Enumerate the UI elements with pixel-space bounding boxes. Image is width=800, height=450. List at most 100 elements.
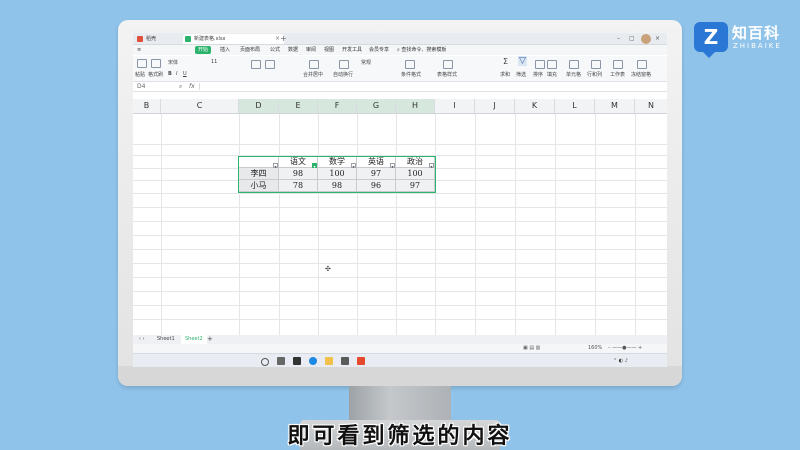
table-style-icon[interactable] [443,60,453,69]
table-cell[interactable]: 98 [318,180,357,192]
grid-line [133,235,667,236]
zoom-slider[interactable]: – ——●—— + [608,344,642,353]
italic-button[interactable]: I [176,71,177,77]
align-center-icon[interactable] [265,60,275,69]
column-header[interactable]: C [161,99,239,113]
menu-page-layout[interactable]: 页面布局 [240,45,260,55]
menu-member[interactable]: 会员专享 [369,45,389,55]
menu-review[interactable]: 审阅 [306,45,316,55]
conditional-format-label: 条件格式 [401,72,422,78]
rows-cols-label: 行和列 [587,72,603,78]
window-close-icon[interactable]: × [655,33,660,44]
view-mode-icon[interactable]: ▣ ▤ ▥ [523,344,540,353]
menu-bar: ≡ 开始 插入 页面布局 公式 数据 审阅 视图 开发工具 会员专享 ⌕ 查找命… [133,45,667,55]
grid-line [635,114,636,335]
wrap-icon[interactable] [339,60,349,69]
formula-bar: D4 ⌕ fx [133,82,667,92]
column-header[interactable]: F [318,99,357,113]
rows-cols-icon[interactable] [591,60,601,69]
paste-label: 粘贴 [135,72,146,78]
grid-line [133,207,667,208]
app-icon[interactable] [341,357,349,365]
command-search[interactable]: ⌕ 查找命令、搜索模板 [397,45,446,55]
font-family-select[interactable]: 宋体 [168,59,178,66]
column-header[interactable]: J [475,99,515,113]
table-cell[interactable]: 78 [279,180,318,192]
table-row-name[interactable]: 小马 [239,180,279,192]
tray-icons[interactable]: ⌃ ◐ ♪ [613,354,628,367]
brand-badge: Z [694,22,728,58]
cell-reference[interactable]: D4 [137,82,145,91]
column-header[interactable]: G [357,99,396,113]
table-cell[interactable]: 100 [318,168,357,180]
column-header[interactable]: I [435,99,475,113]
column-header[interactable]: N [635,99,667,113]
sum-icon[interactable]: Σ [503,57,508,66]
number-format-select[interactable]: 常规 [361,59,371,66]
column-header[interactable]: L [555,99,595,113]
menu-insert[interactable]: 插入 [220,45,230,55]
search-icon[interactable] [261,358,269,366]
column-header[interactable]: H [396,99,435,113]
grid-line [133,263,667,264]
freeze-icon[interactable] [637,60,647,69]
table-cell[interactable]: 97 [396,180,435,192]
widgets-icon[interactable] [293,357,301,365]
maximize-icon[interactable]: ▢ [629,33,635,44]
folder-icon[interactable] [325,357,333,365]
menu-formula[interactable]: 公式 [270,45,280,55]
merge-icon[interactable] [309,60,319,69]
menu-view[interactable]: 视图 [324,45,334,55]
task-view-icon[interactable] [277,357,285,365]
minimize-icon[interactable]: – [617,33,620,44]
tab-document[interactable]: 新建表格.xlsx × [183,34,284,44]
tab-home[interactable]: 稻壳 [135,34,190,44]
add-sheet-button[interactable]: + [207,335,213,344]
column-header[interactable]: E [279,99,318,113]
fx-icon[interactable]: fx [189,82,195,91]
table-cell[interactable]: 96 [357,180,396,192]
bold-button[interactable]: B [168,71,172,77]
underline-button[interactable]: U [183,71,187,77]
zoom-icon[interactable]: ⌕ [179,82,182,91]
table-cell[interactable]: 98 [279,168,318,180]
conditional-format-icon[interactable] [405,60,415,69]
wps-icon[interactable] [357,357,365,365]
format-painter-icon[interactable] [151,59,161,68]
column-header[interactable]: D [239,99,279,113]
sheet-tab[interactable]: Sheet1 [153,335,179,344]
stage: Z 知百科 ZHIBAIKE 稻壳 新建表格.xlsx × + – ▢ × ≡ [0,0,800,450]
table-cell[interactable]: 100 [396,168,435,180]
brand-name: 知百科 [732,24,781,42]
column-header[interactable]: K [515,99,555,113]
table-row-name[interactable]: 李四 [239,168,279,180]
worksheet-icon[interactable] [613,60,623,69]
column-header[interactable]: B [133,99,161,113]
table-cell[interactable]: 97 [357,168,396,180]
cells-label: 单元格 [566,72,582,78]
grid-line [357,114,358,335]
column-header[interactable]: M [595,99,635,113]
paste-icon[interactable] [137,59,147,68]
menu-start[interactable]: 开始 [195,46,212,54]
new-tab-button[interactable]: + [280,33,287,44]
menu-data[interactable]: 数据 [288,45,298,55]
filter-icon[interactable]: ▽ [518,56,527,66]
zoom-level[interactable]: 160% [588,344,602,353]
status-bar: ▣ ▤ ▥ 160% – ——●—— + [133,344,667,353]
file-menu-icon[interactable]: ≡ [137,45,141,55]
sheet-nav-icon[interactable]: ‹ › [139,335,145,344]
cell-grid[interactable]: ✣ [133,114,667,335]
font-size-select[interactable]: 11 [211,59,217,65]
align-icon[interactable] [251,60,261,69]
grid-line [133,319,667,320]
formula-input[interactable] [199,83,666,90]
edge-icon[interactable] [309,357,317,365]
fill-icon[interactable] [547,60,557,69]
sort-icon[interactable] [535,60,545,69]
avatar[interactable] [641,34,651,44]
grid-line [161,114,162,335]
monitor-bezel [118,366,682,386]
cells-icon[interactable] [569,60,579,69]
menu-developer[interactable]: 开发工具 [342,45,362,55]
